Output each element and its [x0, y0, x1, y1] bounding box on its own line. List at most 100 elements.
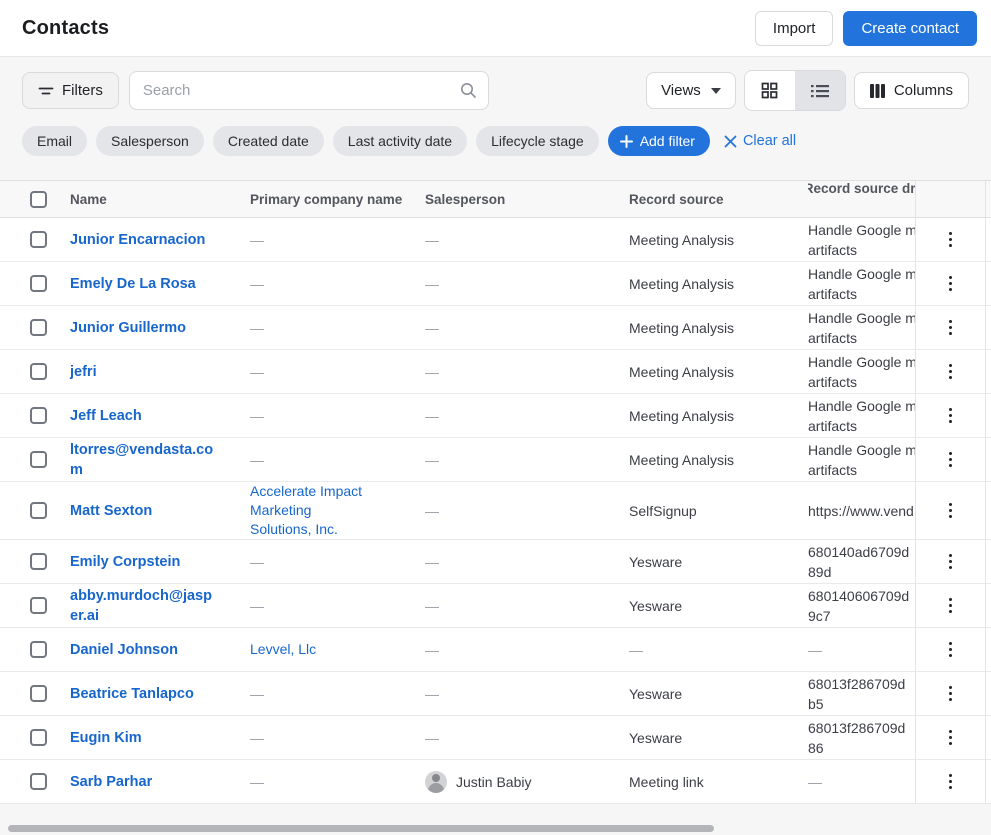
chevron-down-icon [711, 88, 721, 94]
row-checkbox[interactable] [30, 729, 47, 746]
row-checkbox[interactable] [30, 773, 47, 790]
contact-name-link[interactable]: abby.murdoch@jasper.ai [70, 586, 220, 626]
table-row: ltorres@vendasta.com——Meeting AnalysisHa… [0, 438, 991, 482]
grid-view-button[interactable] [745, 71, 795, 110]
add-filter-button[interactable]: Add filter [608, 126, 710, 156]
search-input[interactable] [129, 71, 489, 110]
contact-name-link[interactable]: Junior Guillermo [70, 318, 186, 338]
row-checkbox[interactable] [30, 553, 47, 570]
record-source-drill-line: 86 [808, 738, 824, 758]
kebab-menu-button[interactable] [943, 314, 959, 342]
contact-name-link[interactable]: Emely De La Rosa [70, 274, 196, 294]
row-checkbox[interactable] [30, 363, 47, 380]
create-contact-button[interactable]: Create contact [843, 11, 977, 46]
table-row: Junior Encarnacion——Meeting AnalysisHand… [0, 218, 991, 262]
filters-button[interactable]: Filters [22, 72, 119, 109]
kebab-menu-button[interactable] [943, 680, 959, 708]
record-source-drill-cell: 68013f286709db5 [808, 672, 915, 715]
name-cell: Beatrice Tanlapco [70, 672, 250, 715]
column-header-primary-company[interactable]: Primary company name [250, 181, 425, 217]
table-row: Emely De La Rosa——Meeting AnalysisHandle… [0, 262, 991, 306]
import-button[interactable]: Import [755, 11, 834, 46]
kebab-menu-button[interactable] [943, 768, 959, 796]
empty-value: — [425, 503, 439, 519]
kebab-menu-button[interactable] [943, 226, 959, 254]
record-source-drill-cell: Handle Google martifacts [808, 350, 915, 393]
contact-name-link[interactable]: Eugin Kim [70, 728, 142, 748]
company-cell: — [250, 716, 425, 759]
record-source-drill-line: 68013f286709d [808, 674, 905, 694]
record-source-value: Meeting Analysis [629, 230, 734, 250]
toolbar: Filters Views [0, 57, 991, 121]
horizontal-scrollbar-thumb[interactable] [8, 825, 714, 832]
filter-chip-salesperson[interactable]: Salesperson [96, 126, 204, 156]
company-cell: — [250, 350, 425, 393]
column-header-record-source[interactable]: Record source [629, 181, 808, 217]
filter-chip-created-date[interactable]: Created date [213, 126, 324, 156]
kebab-menu-button[interactable] [943, 548, 959, 576]
record-source-drill-line: Handle Google m [808, 440, 915, 460]
name-cell: Junior Encarnacion [70, 218, 250, 261]
empty-value: — [425, 232, 439, 248]
clear-all-button[interactable]: Clear all [724, 133, 796, 149]
row-checkbox[interactable] [30, 451, 47, 468]
row-checkbox[interactable] [30, 685, 47, 702]
table-row: Eugin Kim——Yesware68013f286709d86 [0, 716, 991, 760]
empty-value: — [250, 730, 264, 746]
filter-chip-email[interactable]: Email [22, 126, 87, 156]
kebab-menu-button[interactable] [943, 270, 959, 298]
filter-chip-lifecycle-stage[interactable]: Lifecycle stage [476, 126, 599, 156]
contact-name-link[interactable]: Matt Sexton [70, 501, 152, 521]
table-row: Junior Guillermo——Meeting AnalysisHandle… [0, 306, 991, 350]
column-header-name[interactable]: Name [70, 181, 250, 217]
row-checkbox[interactable] [30, 502, 47, 519]
views-button[interactable]: Views [646, 72, 736, 109]
kebab-menu-button[interactable] [943, 592, 959, 620]
kebab-menu-button[interactable] [943, 724, 959, 752]
table-row: Emily Corpstein——Yesware680140ad6709d89d [0, 540, 991, 584]
kebab-menu-button[interactable] [943, 636, 959, 664]
contact-name-link[interactable]: Junior Encarnacion [70, 230, 205, 250]
record-source-drill-line: 680140606709d [808, 586, 909, 606]
company-cell: Accelerate Impact Marketing Solutions, I… [250, 482, 425, 539]
kebab-menu-button[interactable] [943, 497, 959, 525]
contact-name-link[interactable]: Jeff Leach [70, 406, 142, 426]
row-checkbox[interactable] [30, 275, 47, 292]
column-header-record-source-drill[interactable]: Record source dri [808, 181, 915, 217]
grid-icon [761, 82, 778, 99]
row-checkbox[interactable] [30, 407, 47, 424]
kebab-menu-button[interactable] [943, 446, 959, 474]
salesperson-cell: — [425, 438, 629, 481]
filter-chip-last-activity-date[interactable]: Last activity date [333, 126, 467, 156]
row-checkbox-cell [0, 262, 70, 305]
row-checkbox[interactable] [30, 231, 47, 248]
row-actions-cell [915, 482, 985, 539]
contact-name-link[interactable]: ltorres@vendasta.com [70, 440, 220, 480]
record-source-drill-line: artifacts [808, 284, 857, 304]
row-checkbox-cell [0, 438, 70, 481]
table-row: Daniel JohnsonLevvel, Llc——— [0, 628, 991, 672]
salesperson-cell: Justin Babiy [425, 760, 629, 803]
contact-name-link[interactable]: Sarb Parhar [70, 772, 152, 792]
record-source-drill-line: 68013f286709d [808, 718, 905, 738]
select-all-checkbox[interactable] [30, 191, 47, 208]
contact-name-link[interactable]: Emily Corpstein [70, 552, 180, 572]
row-checkbox[interactable] [30, 319, 47, 336]
contact-name-link[interactable]: Daniel Johnson [70, 640, 178, 660]
record-source-drill-cell: Handle Google martifacts [808, 262, 915, 305]
record-source-drill-line: https://www.vend [808, 501, 914, 521]
kebab-menu-button[interactable] [943, 402, 959, 430]
columns-button[interactable]: Columns [854, 72, 969, 109]
list-view-button[interactable] [795, 71, 845, 110]
contact-name-link[interactable]: Beatrice Tanlapco [70, 684, 194, 704]
company-name-link[interactable]: Accelerate Impact Marketing Solutions, I… [250, 482, 376, 539]
record-source-value: Meeting link [629, 772, 704, 792]
company-name-link[interactable]: Levvel, Llc [250, 640, 316, 659]
column-header-salesperson[interactable]: Salesperson [425, 181, 629, 217]
kebab-menu-button[interactable] [943, 358, 959, 386]
row-checkbox[interactable] [30, 597, 47, 614]
contact-name-link[interactable]: jefri [70, 362, 97, 382]
row-checkbox[interactable] [30, 641, 47, 658]
record-source-drill-cell: Handle Google martifacts [808, 438, 915, 481]
row-actions-cell [915, 394, 985, 437]
